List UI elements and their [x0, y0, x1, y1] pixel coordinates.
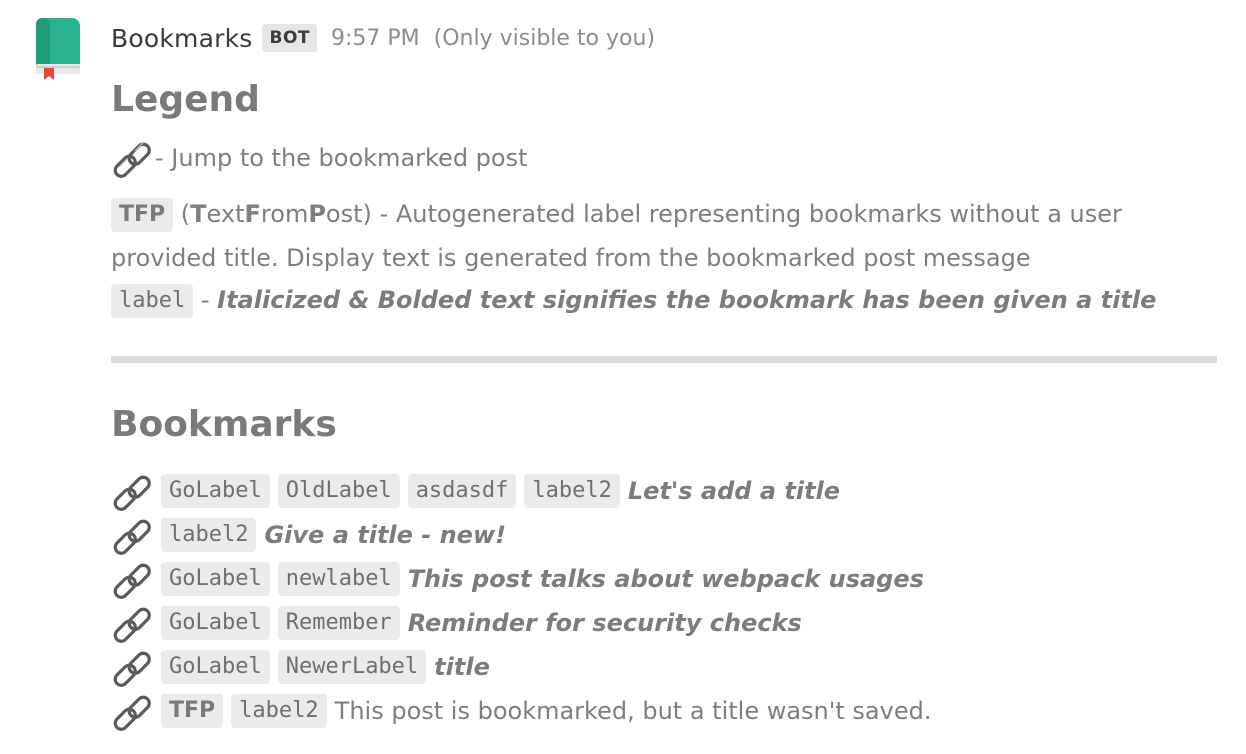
bot-avatar[interactable]: [34, 18, 82, 80]
bookmark-row: GoLabel Remember Reminder for security c…: [111, 601, 1217, 645]
legend-tfp-line: TFP (TextFromPost) - Autogenerated label…: [111, 192, 1217, 280]
bookmark-title: Give a title - new!: [264, 521, 507, 549]
legend-heading: Legend: [111, 79, 260, 120]
bookmark-list: GoLabel OldLabel asdasdf label2 Let's ad…: [111, 469, 1217, 733]
message-body: Bookmarks BOT 9:57 PM (Only visible to y…: [111, 14, 1217, 733]
tfp-open: (: [173, 200, 191, 228]
tfp-letter-p: P: [308, 200, 326, 228]
label-sep: -: [193, 286, 218, 314]
visibility-note: (Only visible to you): [433, 25, 656, 51]
tfp-chip: TFP: [111, 198, 174, 232]
tfp-ext: ext: [206, 200, 245, 228]
tfp-letter-t: T: [190, 200, 207, 228]
bookmark-title: This post talks about webpack usages: [407, 565, 924, 593]
bookmark-label: newlabel: [277, 562, 400, 596]
bookmark-label: asdasdf: [407, 474, 517, 508]
label-description: Italicized & Bolded text signifies the b…: [217, 286, 1157, 314]
bookmark-label: label2: [231, 694, 327, 728]
tfp-letter-f: F: [244, 200, 261, 228]
bookmark-label: NewerLabel: [277, 650, 427, 684]
book-avatar-icon: [36, 18, 80, 80]
tfp-chip: TFP: [161, 694, 224, 728]
bookmark-label: GoLabel: [161, 606, 270, 640]
message-header: Bookmarks BOT 9:57 PM (Only visible to y…: [111, 14, 1217, 62]
link-chain-icon: [111, 137, 155, 179]
bookmark-row: GoLabel OldLabel asdasdf label2 Let's ad…: [111, 469, 1217, 513]
bookmark-title: Reminder for security checks: [407, 609, 802, 637]
divider: [111, 356, 1217, 363]
bookmark-text: This post is bookmarked, but a title was…: [334, 697, 932, 725]
legend-link-desc: - Jump to the bookmarked post: [155, 144, 528, 172]
bookmark-label: GoLabel: [161, 562, 270, 596]
link-chain-icon[interactable]: [111, 514, 155, 556]
label-chip: label: [111, 284, 194, 318]
bookmark-row: label2 Give a title - new!: [111, 513, 1217, 557]
bookmark-row: GoLabel NewerLabel title: [111, 645, 1217, 689]
bookmark-label: Remember: [277, 606, 400, 640]
legend-label-line: label - Italicized & Bolded text signifi…: [111, 280, 1217, 320]
timestamp[interactable]: 9:57 PM: [331, 26, 420, 51]
bookmark-label: label2: [524, 474, 620, 508]
bookmark-label: OldLabel: [277, 474, 400, 508]
username[interactable]: Bookmarks: [111, 24, 252, 53]
bookmarks-heading: Bookmarks: [111, 404, 337, 445]
link-chain-icon[interactable]: [111, 558, 155, 600]
link-chain-icon[interactable]: [111, 470, 155, 512]
bookmark-row: GoLabel newlabel This post talks about w…: [111, 557, 1217, 601]
link-chain-icon[interactable]: [111, 646, 155, 688]
bookmark-row: TFP label2 This post is bookmarked, but …: [111, 689, 1217, 733]
bookmark-label: GoLabel: [161, 474, 270, 508]
bot-badge: BOT: [262, 24, 317, 52]
tfp-rom: rom: [260, 200, 309, 228]
bookmark-label: label2: [161, 518, 257, 552]
bookmark-title: title: [434, 653, 490, 681]
bookmark-title: Let's add a title: [627, 477, 841, 505]
link-chain-icon[interactable]: [111, 690, 155, 732]
link-chain-icon[interactable]: [111, 602, 155, 644]
tfp-ost: ost: [325, 200, 363, 228]
bookmark-label: GoLabel: [161, 650, 270, 684]
legend-link-line: - Jump to the bookmarked post: [111, 136, 1217, 180]
